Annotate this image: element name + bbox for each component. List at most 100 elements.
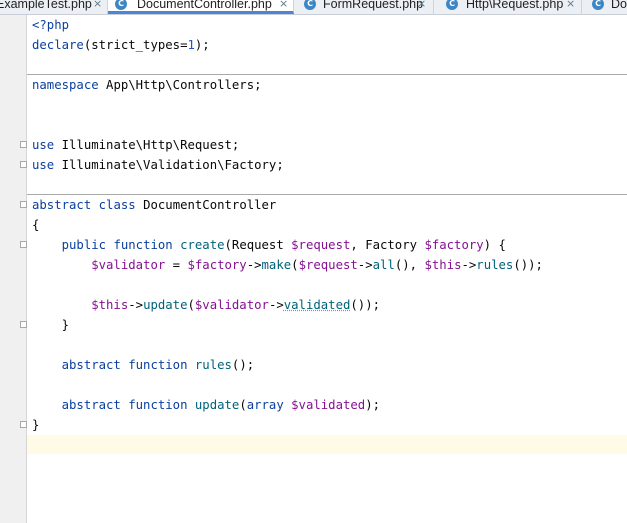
close-icon[interactable]: × [279,0,288,14]
function-name: create [180,238,225,252]
keyword: namespace [32,78,99,92]
php-open-tag: <?php [32,18,70,32]
variable: $factory [424,238,484,252]
code-text: ( [187,298,195,312]
code-text: ); [365,398,381,412]
code-text: App\Http\Controllers; [98,78,262,92]
code-text: ( [239,398,247,412]
fold-marker-icon[interactable] [20,321,27,328]
code-line: use Illuminate\Http\Request; [32,135,239,155]
fold-marker-icon[interactable] [20,421,27,428]
tab-overflow[interactable]: C Do [582,0,627,14]
php-class-icon: C [446,0,458,10]
variable: $factory [187,258,247,272]
code-line: abstract function rules(); [32,355,255,375]
tab-http-request[interactable]: C Http\Request.php × [434,0,582,14]
tab-label: DocumentController.php [137,0,272,11]
code-line: } [32,415,39,435]
keyword: declare [32,38,84,52]
code-line: abstract class DocumentController [32,195,276,215]
keyword: class [98,198,136,212]
code-text: (); [231,358,255,372]
close-icon[interactable]: × [93,0,102,14]
code-line: namespace App\Http\Controllers; [32,75,262,95]
code-text: -> [268,298,284,312]
code-text: -> [461,258,477,272]
php-class-icon: C [304,0,316,10]
code-text: -> [357,258,373,272]
code-text: = [165,258,188,272]
variable: $validator [194,298,269,312]
keyword: function [113,238,173,252]
code-line: declare(strict_types=1); [32,35,210,55]
code-line: use Illuminate\Validation\Factory; [32,155,284,175]
variable: $request [298,258,358,272]
code-text: ()); [513,258,543,272]
code-text: (Request [224,238,292,252]
tab-documentcontroller[interactable]: C DocumentController.php × [108,0,294,14]
fold-marker-icon[interactable] [20,141,27,148]
fold-marker-icon[interactable] [20,201,27,208]
variable: $this [424,258,462,272]
code-text: ()); [350,298,381,312]
close-icon[interactable]: × [566,0,575,14]
fold-marker-icon[interactable] [20,241,27,248]
tab-label: FormRequest.php [323,0,424,11]
php-class-icon: C [115,0,127,10]
code-text: } [32,318,70,332]
editor-tab-bar: ExampleTest.php × C DocumentController.p… [0,0,627,15]
fold-marker-icon[interactable] [20,161,27,168]
keyword: use [32,158,55,172]
method-call: rules [476,258,514,272]
code-text: DocumentController [135,198,277,212]
code-line: } [32,315,69,335]
code-line: public function create(Request $request,… [32,235,506,255]
php-class-icon: C [592,0,604,10]
code-text: ( [291,258,299,272]
keyword: abstract [32,358,121,372]
method-call: update [143,298,188,312]
code-line: { [32,215,39,235]
variable: $this [32,298,129,312]
code-line: $validator = $factory->make($request->al… [32,255,543,275]
keyword: public [32,238,107,252]
keyword: use [32,138,55,152]
tab-formrequest[interactable]: C FormRequest.php × [294,0,434,14]
tab-label: Do [611,0,627,11]
code-line: abstract function update(array $validate… [32,395,380,415]
keyword: function [128,358,188,372]
keyword: function [128,398,188,412]
method-call: make [261,258,292,272]
code-text: -> [128,298,144,312]
code-line: $this->update($validator->validated()); [32,295,380,315]
method-call: all [372,258,395,272]
tab-label: ExampleTest.php [0,0,92,11]
close-icon[interactable]: × [417,0,426,14]
tab-exampletest[interactable]: ExampleTest.php × [0,0,108,14]
variable: $request [291,238,351,252]
code-line: <?php [32,15,69,35]
number-literal: 1 [187,38,195,52]
keyword: abstract [32,198,92,212]
variable: $validated [291,398,366,412]
code-text: } [32,418,40,432]
code-text: (strict_types= [83,38,188,52]
function-name: rules [194,358,232,372]
tab-label: Http\Request.php [466,0,564,11]
code-text: Illuminate\Validation\Factory; [54,158,284,172]
method-call: validated [283,298,351,312]
code-text: (), [394,258,425,272]
variable: $validator [32,258,166,272]
code-text: -> [246,258,262,272]
code-text: , Factory [350,238,425,252]
code-text: { [32,218,40,232]
code-text: ); [194,38,210,52]
keyword: abstract [32,398,121,412]
function-name: update [194,398,240,412]
code-editor[interactable]: <?php declare(strict_types=1); namespace… [27,15,627,523]
keyword: array [246,398,284,412]
